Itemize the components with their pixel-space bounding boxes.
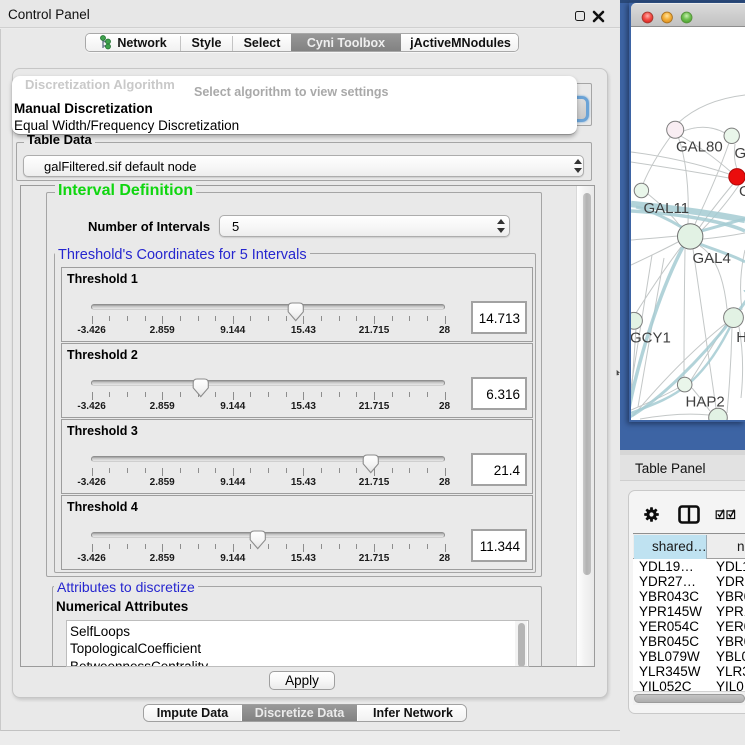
svg-text:HAP2: HAP2 [686, 394, 725, 411]
svg-text:G: G [739, 183, 745, 200]
svg-text:GAL11: GAL11 [644, 200, 690, 217]
svg-text:GAL: GAL [735, 145, 745, 162]
svg-text:GCY1: GCY1 [631, 330, 671, 347]
svg-text:HIS: HIS [736, 329, 745, 346]
svg-text:GAL80: GAL80 [676, 139, 723, 156]
svg-text:GAL4: GAL4 [693, 250, 731, 267]
